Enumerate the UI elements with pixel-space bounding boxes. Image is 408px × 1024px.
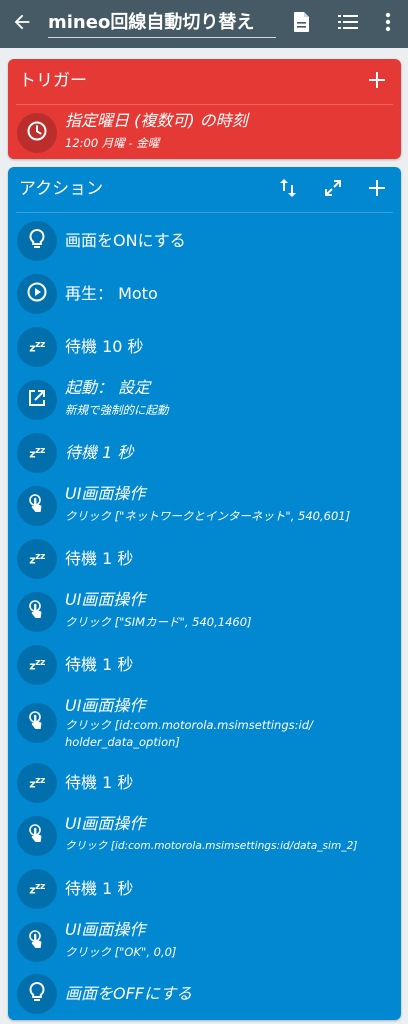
action-item[interactable]: zzz 待機 1 秒 — [8, 763, 401, 811]
action-icon-circle: zzz — [17, 327, 57, 367]
action-detail: クリック ["ネットワークとインターネット", 540,601] — [65, 509, 351, 523]
action-title: 待機 1 秒 — [65, 443, 134, 462]
trigger-header-label: トリガー — [19, 71, 87, 91]
action-item[interactable]: UI画面操作 クリック [id:com.motorola.msimsetting… — [8, 814, 401, 864]
touch-icon — [27, 823, 47, 849]
action-item[interactable]: UI画面操作 クリック ["ネットワークとインターネット", 540,601] — [8, 484, 401, 534]
touch-icon — [27, 493, 47, 519]
action-icon-circle — [17, 974, 57, 1014]
action-item[interactable]: zzz 待機 10 秒 — [8, 327, 401, 375]
action-icon-circle — [17, 922, 57, 962]
add-icon — [369, 180, 385, 200]
action-title: 画面をOFFにする — [65, 984, 193, 1003]
trigger-item[interactable]: 指定曜日 (複数可) の時刻 12:00 月曜 - 金曜 — [8, 109, 401, 157]
macro-name-text: mineo回線自動切り替え — [48, 12, 255, 33]
action-title: 起動： 設定 — [65, 378, 151, 397]
action-item[interactable]: zzz 待機 1 秒 — [8, 433, 401, 481]
action-title: UI画面操作 — [65, 590, 146, 609]
action-item[interactable]: zzz 待機 1 秒 — [8, 539, 401, 587]
touch-icon — [27, 710, 47, 736]
action-icon-circle: zzz — [17, 763, 57, 803]
add-action-button[interactable] — [365, 178, 389, 202]
action-item[interactable]: zzz 待機 1 秒 — [8, 645, 401, 693]
action-icon-circle: zzz — [17, 869, 57, 909]
document-icon — [292, 11, 312, 37]
action-title: 待機 1 秒 — [65, 773, 134, 792]
add-icon — [369, 72, 385, 92]
action-icon-circle — [17, 221, 57, 261]
expand-button[interactable] — [321, 178, 345, 202]
lightbulb-icon — [27, 228, 47, 254]
play-circle-icon — [26, 281, 48, 307]
lightbulb-icon — [27, 981, 47, 1007]
action-item[interactable]: 再生： Moto — [8, 274, 401, 322]
action-title: 待機 10 秒 — [65, 337, 144, 356]
action-title: 再生： Moto — [65, 284, 158, 303]
reorder-button[interactable] — [276, 178, 300, 202]
trigger-icon-circle — [17, 113, 57, 153]
add-trigger-button[interactable] — [365, 70, 389, 94]
action-card: アクション 画面をONにする 再生： Moto zzz 待機 10 秒 起動： … — [8, 167, 401, 1020]
trigger-detail: 12:00 月曜 - 金曜 — [65, 136, 160, 150]
macro-name-field[interactable]: mineo回線自動切り替え — [48, 8, 276, 38]
action-detail: クリック ["SIMカード", 540,1460] — [65, 615, 252, 629]
action-header-label: アクション — [19, 179, 104, 199]
action-icon-circle — [17, 592, 57, 632]
action-detail: 新規で強制的に起動 — [65, 403, 169, 417]
reorder-icon — [279, 178, 297, 202]
zzz-icon: zzz — [29, 657, 45, 673]
action-icon-circle — [17, 486, 57, 526]
action-icon-circle: zzz — [17, 433, 57, 473]
action-icon-circle — [17, 380, 57, 420]
touch-icon — [27, 929, 47, 955]
action-icon-circle — [17, 816, 57, 856]
action-title: 待機 1 秒 — [65, 655, 134, 674]
trigger-divider — [16, 104, 393, 105]
action-detail: クリック [id:com.motorola.msimsettings:id/da… — [65, 840, 358, 852]
zzz-icon: zzz — [29, 775, 45, 791]
action-title: UI画面操作 — [65, 920, 146, 939]
clock-icon — [26, 120, 48, 146]
action-icon-circle: zzz — [17, 645, 57, 685]
list-button[interactable] — [336, 12, 360, 36]
launch-icon — [27, 388, 47, 412]
action-icon-circle — [17, 703, 57, 743]
zzz-icon: zzz — [29, 339, 45, 355]
trigger-title: 指定曜日 (複数可) の時刻 — [65, 111, 248, 130]
action-item[interactable]: 画面をONにする — [8, 221, 401, 269]
trigger-header: トリガー — [8, 59, 401, 104]
list-icon — [338, 14, 358, 34]
zzz-icon: zzz — [29, 881, 45, 897]
trigger-card: トリガー 指定曜日 (複数可) の時刻 12:00 月曜 - 金曜 — [8, 59, 401, 159]
action-title: 待機 1 秒 — [65, 879, 134, 898]
action-item[interactable]: UI画面操作 クリック ["OK", 0,0] — [8, 920, 401, 970]
zzz-icon: zzz — [29, 445, 45, 461]
action-title: UI画面操作 — [65, 696, 146, 715]
document-button[interactable] — [290, 12, 314, 36]
action-divider — [16, 212, 393, 213]
more-options-button[interactable] — [376, 12, 400, 36]
action-detail: クリック ["OK", 0,0] — [65, 945, 177, 959]
zzz-icon: zzz — [29, 551, 45, 567]
expand-icon — [324, 179, 342, 201]
action-detail-line2: holder_data_option] — [65, 735, 180, 749]
action-title: UI画面操作 — [65, 484, 146, 503]
back-button[interactable] — [0, 0, 44, 48]
action-item[interactable]: UI画面操作 クリック ["SIMカード", 540,1460] — [8, 590, 401, 640]
action-item[interactable]: 起動： 設定 新規で強制的に起動 — [8, 378, 401, 428]
more-vert-icon — [385, 12, 391, 36]
action-title: 画面をONにする — [65, 231, 186, 250]
action-detail: クリック [id:com.motorola.msimsettings:id/ — [65, 718, 313, 732]
app-bar: mineo回線自動切り替え — [0, 0, 408, 48]
action-item[interactable]: UI画面操作 クリック [id:com.motorola.msimsetting… — [8, 695, 401, 757]
action-item[interactable]: zzz 待機 1 秒 — [8, 869, 401, 917]
arrow-left-icon — [11, 11, 33, 37]
action-icon-circle: zzz — [17, 539, 57, 579]
action-header: アクション — [8, 167, 401, 212]
action-title: UI画面操作 — [65, 814, 146, 833]
action-title: 待機 1 秒 — [65, 549, 134, 568]
touch-icon — [27, 599, 47, 625]
action-item[interactable]: 画面をOFFにする — [8, 972, 401, 1018]
action-icon-circle — [17, 274, 57, 314]
